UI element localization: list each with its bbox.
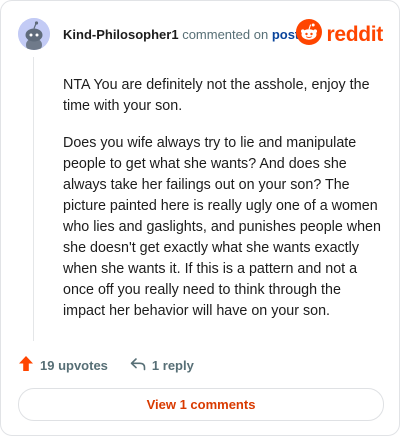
view-comments-button[interactable]: View 1 comments bbox=[18, 388, 384, 421]
view-comments-label: View 1 comments bbox=[146, 397, 256, 412]
comment-header: Kind-Philosopher1 commented on post bbox=[63, 27, 299, 42]
comment-card: Kind-Philosopher1 commented on post redd… bbox=[0, 0, 400, 436]
comment-paragraph: Does you wife always try to lie and mani… bbox=[63, 135, 381, 319]
reddit-snoo-icon bbox=[296, 19, 323, 50]
comment-body: NTA You are definitely not the asshole, … bbox=[63, 75, 381, 338]
comment-actions: 19 upvotes 1 reply bbox=[18, 355, 194, 375]
logo-wordmark: reddit bbox=[326, 22, 383, 46]
post-link[interactable]: post bbox=[272, 27, 299, 42]
reply-count: 1 reply bbox=[151, 357, 194, 373]
snoo-avatar-icon[interactable] bbox=[18, 18, 50, 50]
comment-paragraph: NTA You are definitely not the asshole, … bbox=[63, 77, 370, 114]
reply-button[interactable]: 1 reply bbox=[130, 357, 194, 374]
username-link[interactable]: Kind-Philosopher1 bbox=[63, 27, 179, 42]
upvote-count: 19 upvotes bbox=[40, 357, 108, 373]
reddit-logo[interactable]: reddit bbox=[296, 19, 383, 50]
upvote-button[interactable]: 19 upvotes bbox=[18, 355, 108, 375]
reply-arrow-icon bbox=[130, 357, 146, 374]
thread-line[interactable] bbox=[33, 57, 34, 341]
upvote-arrow-icon bbox=[18, 355, 34, 375]
action-text: commented on bbox=[182, 27, 269, 42]
